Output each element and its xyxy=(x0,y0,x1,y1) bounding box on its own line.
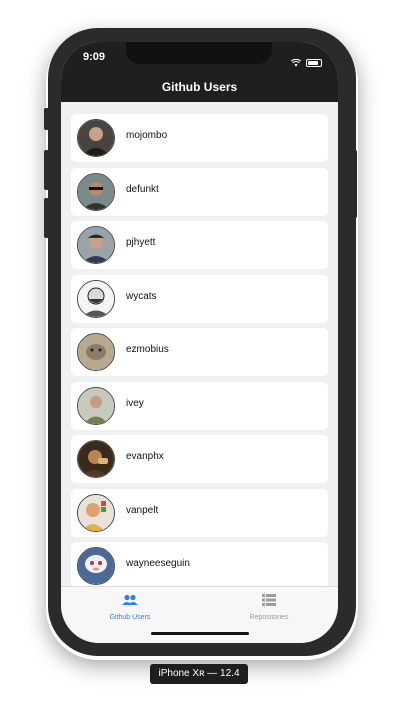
tab-label: Github Users xyxy=(109,614,151,621)
volume-up-button xyxy=(44,150,49,190)
mute-switch xyxy=(44,108,49,130)
tab-repositories[interactable]: Repositories xyxy=(200,593,338,621)
list-icon xyxy=(262,593,276,610)
battery-icon xyxy=(306,59,322,67)
user-login: ezmobius xyxy=(126,344,169,355)
avatar xyxy=(77,279,115,318)
list-item[interactable]: ivey xyxy=(71,381,328,430)
volume-down-button xyxy=(44,198,49,238)
home-indicator[interactable] xyxy=(151,632,249,635)
device-label: iPhone Xʀ — 12.4 xyxy=(150,664,248,684)
user-list[interactable]: mojombo defunkt pjhyett wycats ezmobius xyxy=(71,114,328,596)
status-icons xyxy=(290,54,322,72)
tab-label: Repositories xyxy=(249,614,289,621)
user-login: ivey xyxy=(126,397,144,409)
avatar xyxy=(77,440,115,478)
user-login: pjhyett xyxy=(126,237,156,248)
avatar xyxy=(77,386,115,425)
list-item[interactable]: wycats xyxy=(71,274,328,323)
notch xyxy=(126,42,272,64)
user-login: mojombo xyxy=(126,130,168,141)
screen: 9:09 Github Users mojombo defunkt pjhyet… xyxy=(61,42,338,643)
user-login: evanphx xyxy=(126,451,164,462)
power-button xyxy=(352,150,357,218)
avatar xyxy=(77,547,115,585)
user-login: defunkt xyxy=(126,183,159,195)
list-item[interactable]: pjhyett xyxy=(71,221,328,269)
list-item[interactable]: evanphx xyxy=(71,435,328,483)
list-item[interactable]: wayneeseguin xyxy=(71,542,328,590)
tab-bar: Github Users Repositories xyxy=(61,586,338,643)
tab-github-users[interactable]: Github Users xyxy=(61,593,199,621)
avatar xyxy=(77,333,115,371)
user-login: wayneeseguin xyxy=(126,558,190,569)
user-login: vanpelt xyxy=(126,504,159,516)
list-item[interactable]: vanpelt xyxy=(71,488,328,537)
avatar xyxy=(77,226,115,264)
nav-header: 9:09 Github Users xyxy=(61,42,338,102)
wifi-icon xyxy=(290,54,302,72)
people-icon xyxy=(122,593,138,610)
avatar xyxy=(77,172,115,211)
list-item[interactable]: defunkt xyxy=(71,167,328,216)
user-login: wycats xyxy=(126,290,157,302)
list-item[interactable]: ezmobius xyxy=(71,328,328,376)
avatar xyxy=(77,119,115,157)
page-title: Github Users xyxy=(161,80,238,94)
avatar xyxy=(77,493,115,532)
status-time: 9:09 xyxy=(83,51,106,63)
list-item[interactable]: mojombo xyxy=(71,114,328,162)
